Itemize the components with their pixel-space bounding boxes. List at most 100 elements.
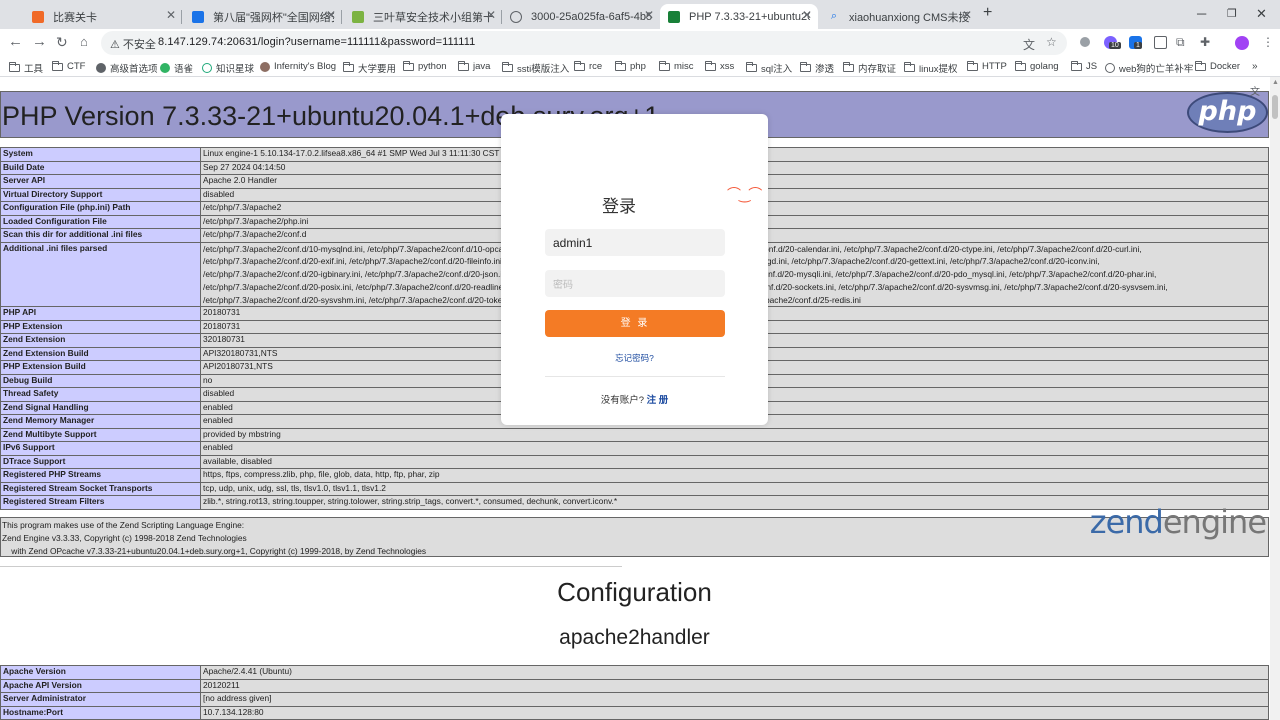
- home-icon[interactable]: ⌂: [80, 34, 88, 50]
- row-key: PHP Extension Build: [0, 360, 201, 375]
- zend-engine-box: This program makes use of the Zend Scrip…: [0, 503, 1269, 557]
- copy-icon[interactable]: ⧉: [1176, 35, 1185, 50]
- extension-icon[interactable]: [1154, 36, 1167, 49]
- bookmarks-overflow-icon[interactable]: »: [1252, 61, 1258, 72]
- restore-icon[interactable]: ❐: [1227, 7, 1237, 20]
- extensions-puzzle-icon[interactable]: ✚: [1200, 35, 1210, 49]
- bookmark-folder[interactable]: 大学要用: [343, 61, 396, 75]
- row-value: provided by mbstring: [200, 428, 1269, 443]
- row-key: Registered Stream Filters: [0, 495, 201, 510]
- bookmark-folder[interactable]: xss: [705, 60, 734, 72]
- tab-title: 3000-25a025fa-6af5-4b59-bb: [531, 10, 652, 23]
- apache2handler-heading: apache2handler: [559, 626, 710, 649]
- row-key: Registered Stream Socket Transports: [0, 482, 201, 497]
- folder-icon: [574, 60, 585, 71]
- row-key: Server API: [0, 174, 201, 189]
- zsxq-icon: [202, 63, 212, 73]
- bookmark-link[interactable]: 语雀: [160, 61, 193, 75]
- close-tab-icon[interactable]: ✕: [486, 8, 496, 22]
- bookmark-link[interactable]: 知识星球: [202, 61, 254, 75]
- browser-tab-active[interactable]: PHP 7.3.33-21+ubuntu20.04. ✕: [660, 4, 818, 29]
- username-input[interactable]: [545, 229, 725, 256]
- login-button[interactable]: 登 录: [545, 310, 725, 337]
- bookmark-folder[interactable]: 工具: [9, 61, 43, 75]
- close-tab-icon[interactable]: ✕: [644, 8, 654, 22]
- bookmark-folder[interactable]: CTF: [52, 60, 85, 72]
- close-tab-icon[interactable]: ✕: [166, 8, 176, 22]
- signup-link[interactable]: 注 册: [647, 395, 669, 406]
- minimize-icon[interactable]: ─: [1197, 6, 1206, 21]
- bookmark-folder[interactable]: linux提权: [904, 61, 958, 75]
- browser-tab[interactable]: 比赛关卡 ✕: [24, 4, 182, 29]
- tab-title: 三叶草安全技术小组第十五届: [373, 11, 494, 24]
- folder-icon: [343, 62, 354, 72]
- bookmark-folder[interactable]: JS: [1071, 60, 1097, 72]
- browser-tab[interactable]: 3000-25a025fa-6af5-4b59-bb ✕: [502, 4, 660, 29]
- translate-icon[interactable]: 文: [1250, 83, 1260, 98]
- no-account-text: 没有账户?: [600, 395, 644, 406]
- browser-tab[interactable]: ⌕ xiaohuanxiong CMS未授权访 ✕: [820, 4, 978, 29]
- bookmark-folder[interactable]: 渗透: [800, 61, 834, 75]
- bookmark-folder[interactable]: php: [615, 60, 646, 72]
- tab-title: PHP 7.3.33-21+ubuntu20.04.: [689, 10, 810, 23]
- scrollbar[interactable]: ▲: [1270, 77, 1280, 720]
- forward-icon[interactable]: →: [32, 34, 47, 50]
- signup-row: 没有账户? 注 册: [501, 392, 768, 406]
- bookmarks-bar: 工具 CTF 高级首选项 语雀 知识星球 Infernity's Blog 大学…: [0, 57, 1280, 77]
- close-tab-icon[interactable]: ✕: [962, 8, 972, 22]
- bookmark-star-icon[interactable]: ☆: [1046, 35, 1057, 49]
- bookmark-folder[interactable]: misc: [659, 60, 694, 72]
- bookmark-folder[interactable]: golang: [1015, 60, 1059, 72]
- password-input[interactable]: [545, 270, 725, 297]
- row-key: Hostname:Port: [0, 705, 201, 720]
- new-tab-button[interactable]: +: [983, 4, 992, 22]
- globe-icon: [668, 10, 680, 23]
- close-tab-icon[interactable]: ✕: [326, 8, 336, 22]
- not-secure-label[interactable]: ⚠ 不安全: [110, 36, 156, 52]
- scroll-up-icon[interactable]: ▲: [1272, 79, 1279, 86]
- row-key: System: [0, 147, 201, 162]
- bookmark-folder[interactable]: rce: [574, 60, 602, 72]
- reload-icon[interactable]: ↻: [56, 34, 68, 50]
- close-window-icon[interactable]: ✕: [1256, 6, 1267, 22]
- extension-badge: 10: [1109, 42, 1121, 49]
- row-key: Build Date: [0, 160, 201, 175]
- bookmark-folder[interactable]: java: [458, 60, 490, 72]
- bookmark-link[interactable]: web狗的亡羊补牢: [1105, 61, 1193, 75]
- zend-engine-logo: zendengine: [1089, 503, 1267, 541]
- zend-text-line: Zend Engine v3.3.33, Copyright (c) 1998-…: [2, 532, 247, 543]
- row-value: tcp, udp, unix, udg, ssl, tls, tlsv1.0, …: [200, 482, 1269, 497]
- table-row: Registered Stream Socket Transports tcp, …: [0, 482, 1269, 497]
- settings-icon: [96, 63, 106, 73]
- bookmark-folder[interactable]: ssti模版注入: [502, 61, 569, 75]
- folder-icon: [1071, 60, 1082, 71]
- forgot-password-link[interactable]: 忘记密码?: [501, 352, 768, 364]
- row-key: PHP Extension: [0, 320, 201, 335]
- folder-icon: [9, 62, 20, 72]
- back-icon[interactable]: ←: [8, 34, 23, 50]
- extension-icon[interactable]: [1080, 37, 1090, 47]
- bookmark-folder[interactable]: python: [403, 60, 447, 72]
- row-key: Zend Memory Manager: [0, 414, 201, 429]
- globe-icon: [1105, 63, 1115, 73]
- address-bar[interactable]: ⚠ 不安全 8.147.129.74:20631/login?username=…: [101, 31, 1067, 55]
- menu-icon[interactable]: ⋮: [1262, 35, 1274, 49]
- scrollbar-thumb[interactable]: [1272, 95, 1278, 119]
- table-row: DTrace Support available, disabled: [0, 455, 1269, 470]
- avatar[interactable]: [1235, 36, 1249, 50]
- folder-icon: [458, 60, 469, 71]
- translate-icon[interactable]: 文: [1023, 36, 1035, 53]
- close-tab-icon[interactable]: ✕: [802, 8, 812, 22]
- bookmark-folder[interactable]: HTTP: [967, 60, 1007, 72]
- browser-tab[interactable]: 第八届"强网杯"全国网络安全挑 ✕: [184, 4, 342, 29]
- browser-tab[interactable]: 三叶草安全技术小组第十五届 ✕: [344, 4, 502, 29]
- tab-title: xiaohuanxiong CMS未授权访: [849, 11, 970, 24]
- bookmark-folder[interactable]: Docker: [1195, 60, 1240, 72]
- bookmark-folder[interactable]: sql注入: [746, 61, 792, 75]
- row-value: 20120211: [200, 678, 1269, 693]
- bookmark-link[interactable]: Infernity's Blog: [260, 61, 336, 72]
- url-text[interactable]: 8.147.129.74:20631/login?username=111111…: [158, 36, 475, 48]
- bookmark-link[interactable]: 高级首选项: [96, 61, 158, 75]
- bookmark-folder[interactable]: 内存取证: [843, 61, 896, 75]
- row-key: Debug Build: [0, 374, 201, 389]
